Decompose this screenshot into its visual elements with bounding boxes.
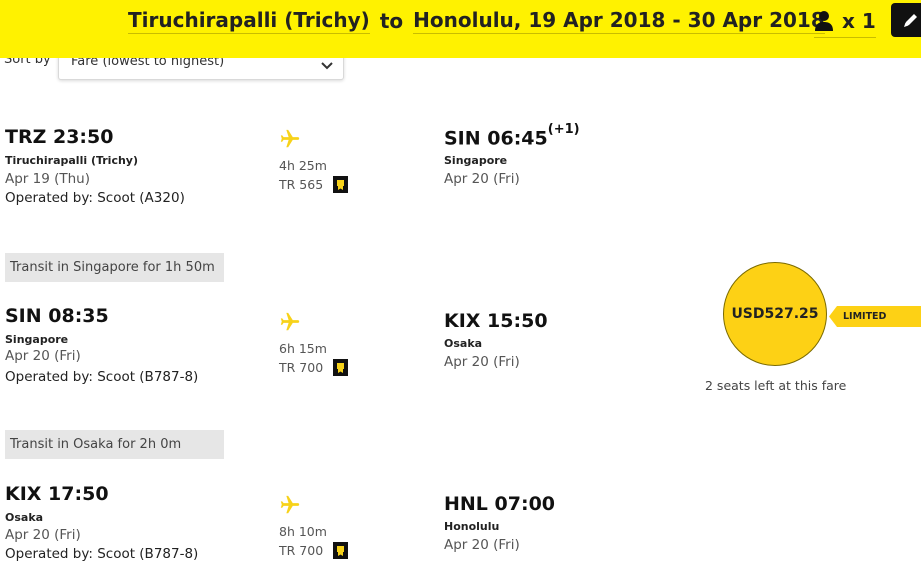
seats-left-text: 2 seats left at this fare [705, 378, 847, 393]
departure-code-time: SIN 08:35 [5, 305, 109, 327]
arrival-code-time: KIX 15:50 [444, 310, 548, 332]
flight-number-row: TR 700 [279, 359, 349, 376]
route-summary[interactable]: Tiruchirapalli (Trichy) to Honolulu, 19 … [128, 4, 825, 38]
pencil-icon [904, 14, 917, 27]
meal-badge-icon[interactable] [333, 359, 349, 376]
departure-city: Osaka [5, 511, 44, 524]
passenger-count[interactable]: x 1 [814, 4, 876, 38]
fare-price: USD527.25 [731, 306, 819, 322]
arrival-code-time-text: SIN 06:45 [444, 127, 548, 150]
person-icon [815, 10, 833, 31]
flight-number: TR 700 [279, 543, 324, 558]
limited-seats-badge: LIMITED SEATS [829, 306, 921, 327]
edit-search-button[interactable] [891, 3, 921, 37]
departure-code-time: TRZ 23:50 [5, 126, 114, 148]
route-connector: to [379, 9, 404, 33]
transit-bar-2: Transit in Osaka for 2h 0m [5, 430, 224, 459]
flight-number-row: TR 700 [279, 542, 349, 559]
arrival-code-time: SIN 06:45(+1) [444, 122, 580, 150]
plane-icon [279, 494, 301, 520]
origin-text: Tiruchirapalli (Trichy) [128, 8, 370, 34]
passenger-count-text: x 1 [842, 8, 876, 33]
flight-number: TR 700 [279, 360, 324, 375]
departure-date: Apr 19 (Thu) [5, 171, 91, 187]
operated-by: Operated by: Scoot (B787-8) [5, 369, 199, 385]
departure-code-time: KIX 17:50 [5, 483, 109, 505]
plane-icon [279, 311, 301, 337]
arrival-city: Singapore [444, 154, 508, 167]
transit-bar-1: Transit in Singapore for 1h 50m [5, 253, 224, 282]
flight-number: TR 565 [279, 177, 324, 192]
departure-date: Apr 20 (Fri) [5, 348, 81, 364]
departure-city: Singapore [5, 333, 69, 346]
meal-badge-icon[interactable] [333, 176, 349, 193]
departure-date: Apr 20 (Fri) [5, 527, 81, 543]
arrival-date: Apr 20 (Fri) [444, 354, 520, 370]
day-offset: (+1) [547, 122, 580, 137]
search-summary-header: Tiruchirapalli (Trichy) to Honolulu, 19 … [0, 0, 921, 58]
flight-duration: 6h 15m [279, 341, 327, 356]
arrival-date: Apr 20 (Fri) [444, 171, 520, 187]
fare-price-button[interactable]: USD527.25 [723, 262, 827, 366]
arrival-code-time: HNL 07:00 [444, 493, 556, 515]
flight-number-row: TR 565 [279, 176, 349, 193]
arrival-date: Apr 20 (Fri) [444, 537, 520, 553]
flight-duration: 4h 25m [279, 158, 327, 173]
flight-duration: 8h 10m [279, 524, 327, 539]
plane-icon [279, 128, 301, 154]
arrival-city: Honolulu [444, 520, 500, 533]
destination-dates-text: Honolulu, 19 Apr 2018 - 30 Apr 2018 [413, 8, 825, 34]
meal-badge-icon[interactable] [333, 542, 349, 559]
operated-by: Operated by: Scoot (A320) [5, 190, 185, 206]
departure-city: Tiruchirapalli (Trichy) [5, 154, 139, 167]
operated-by: Operated by: Scoot (B787-8) [5, 546, 199, 562]
arrival-city: Osaka [444, 337, 483, 350]
